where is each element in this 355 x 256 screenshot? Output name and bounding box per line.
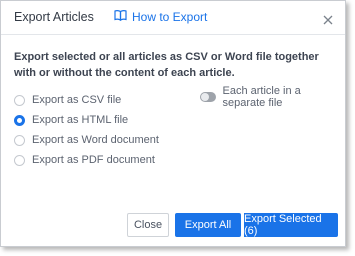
radio-pdf[interactable] [14, 154, 25, 166]
how-to-export-label: How to Export [132, 9, 208, 24]
separate-file-toggle[interactable] [200, 92, 217, 102]
export-all-button[interactable]: Export All [175, 213, 241, 237]
toggle-knob [201, 93, 209, 101]
export-selected-button[interactable]: Export Selected (6) [241, 213, 338, 237]
dialog-title: Export Articles [14, 10, 94, 24]
option-html-label: Export as HTML file [32, 114, 129, 126]
option-word[interactable]: Export as Word document [14, 130, 159, 150]
option-html[interactable]: Export as HTML file [14, 110, 159, 130]
radio-html[interactable] [14, 114, 25, 126]
close-button[interactable]: Close [127, 213, 169, 237]
how-to-export-link[interactable]: How to Export [114, 9, 207, 24]
option-pdf[interactable]: Export as PDF document [14, 150, 159, 170]
close-icon[interactable] [322, 13, 334, 25]
radio-csv[interactable] [14, 94, 25, 106]
option-csv-label: Export as CSV file [32, 94, 122, 106]
separate-file-label: Each article in a separate file [222, 85, 301, 109]
option-pdf-label: Export as PDF document [32, 154, 155, 166]
separate-file-setting: Each article in a separate file [200, 85, 345, 109]
book-icon [114, 9, 132, 24]
export-dialog: Export Articles How to Export Export sel… [0, 0, 346, 247]
option-csv[interactable]: Export as CSV file [14, 90, 159, 110]
export-format-options: Export as CSV file Export as HTML file E… [14, 90, 159, 170]
dialog-header: Export Articles How to Export [1, 1, 345, 35]
radio-word[interactable] [14, 134, 25, 146]
option-word-label: Export as Word document [32, 134, 159, 146]
dialog-description: Export selected or all articles as CSV o… [14, 51, 319, 79]
